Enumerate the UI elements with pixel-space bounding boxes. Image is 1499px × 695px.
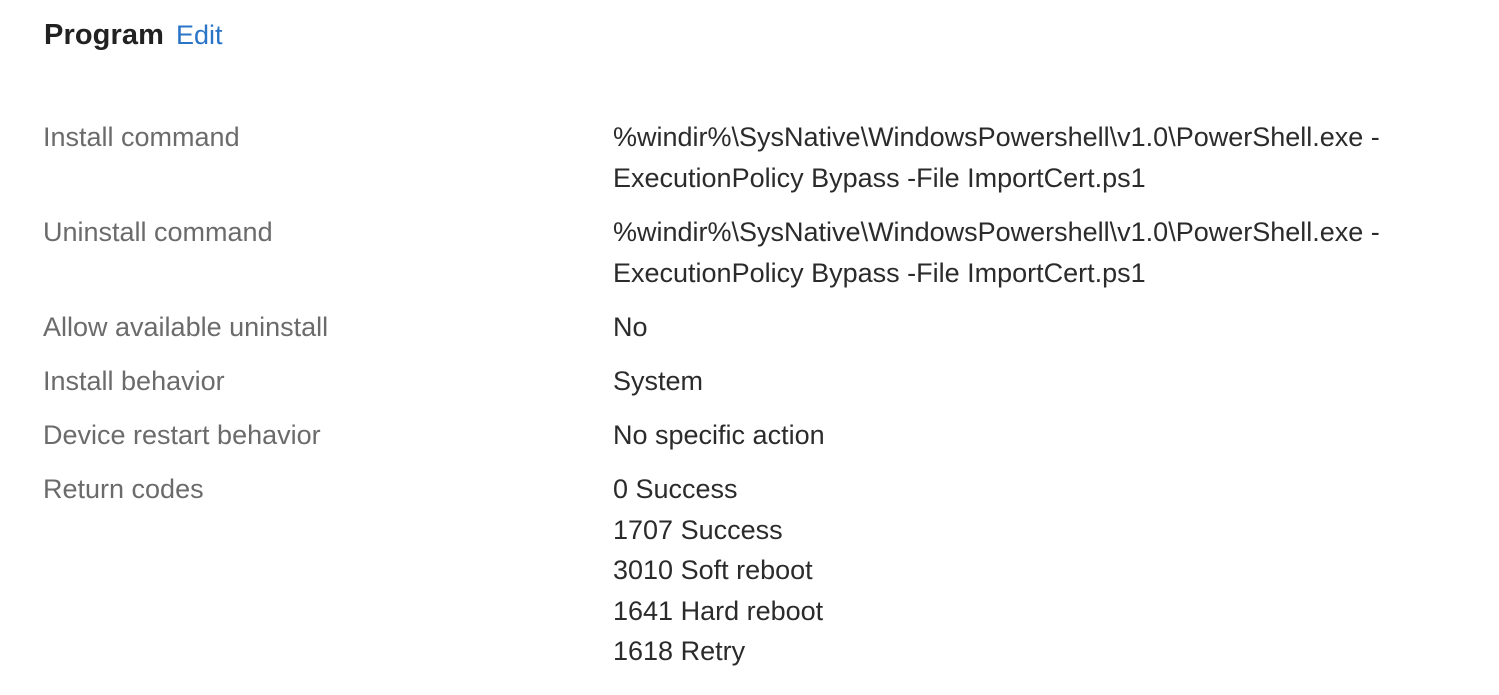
section-title: Program	[44, 19, 164, 51]
uninstall-command-line-2: ExecutionPolicy Bypass -File ImportCert.…	[613, 257, 1146, 288]
property-value: No specific action	[613, 420, 825, 450]
property-row-allow-available-uninstall: Allow available uninstall No	[43, 307, 1463, 347]
return-code-item: 1618 Retry	[613, 636, 746, 666]
property-row-return-codes: Return codes 0 Success 1707 Success 3010…	[43, 469, 1463, 672]
install-command-line-1: %windir%\SysNative\WindowsPowershell\v1.…	[613, 122, 1380, 152]
property-label: Uninstall command	[43, 217, 273, 247]
property-label: Install behavior	[43, 366, 225, 396]
install-command-line-2: ExecutionPolicy Bypass -File ImportCert.…	[613, 162, 1146, 193]
property-row-device-restart-behavior: Device restart behavior No specific acti…	[43, 415, 1463, 455]
property-row-install-command: Install command %windir%\SysNative\Windo…	[43, 117, 1463, 198]
uninstall-command-line-1: %windir%\SysNative\WindowsPowershell\v1.…	[613, 217, 1380, 247]
property-row-install-behavior: Install behavior System	[43, 361, 1463, 401]
section-header: Program Edit	[44, 19, 223, 52]
property-value: %windir%\SysNative\WindowsPowershell\v1.…	[613, 212, 1463, 293]
properties-list: Install command %windir%\SysNative\Windo…	[43, 117, 1463, 672]
property-row-uninstall-command: Uninstall command %windir%\SysNative\Win…	[43, 212, 1463, 293]
property-label: Allow available uninstall	[43, 312, 329, 342]
edit-link[interactable]: Edit	[176, 20, 223, 51]
property-label: Return codes	[43, 474, 204, 504]
property-value: System	[613, 366, 704, 396]
property-label: Install command	[43, 122, 240, 152]
return-codes-list: 0 Success 1707 Success 3010 Soft reboot …	[613, 469, 1463, 672]
return-code-item: 1707 Success	[613, 514, 783, 545]
property-value: %windir%\SysNative\WindowsPowershell\v1.…	[613, 117, 1463, 198]
property-label: Device restart behavior	[43, 420, 321, 450]
return-code-item: 1641 Hard reboot	[613, 595, 824, 626]
return-code-item: 0 Success	[613, 474, 738, 504]
property-value: No	[613, 312, 648, 342]
return-code-item: 3010 Soft reboot	[613, 555, 813, 585]
